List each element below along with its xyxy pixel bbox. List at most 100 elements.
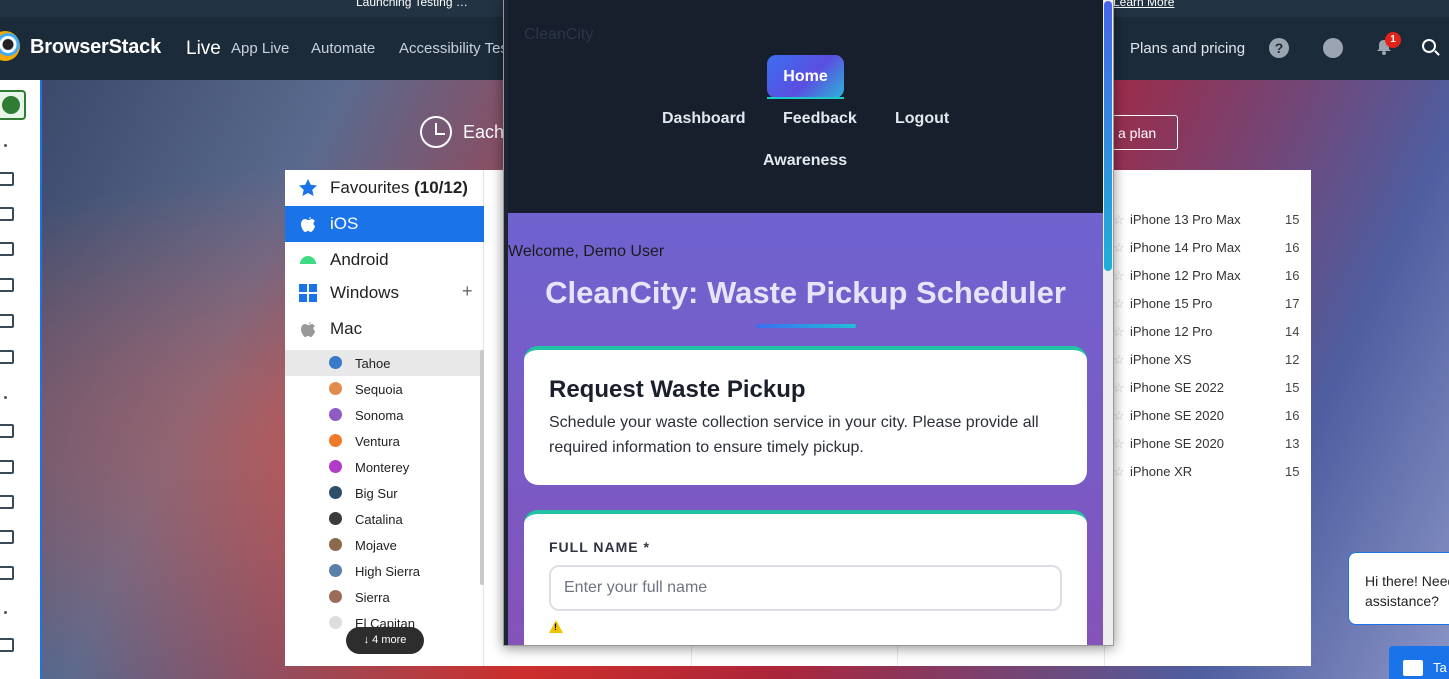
mac-version-item[interactable]: Tahoe (285, 350, 481, 376)
device-row[interactable]: ☆ iPhone XR 15 (1113, 458, 1303, 486)
banner-link[interactable]: Learn More (1113, 0, 1174, 9)
apple-icon (301, 322, 315, 337)
sidebar-code-icon[interactable] (0, 460, 14, 474)
mac-version-item[interactable]: Ventura (285, 428, 481, 454)
sidebar-accessibility-icon[interactable] (0, 242, 14, 256)
device-name: iPhone XS (1130, 352, 1192, 367)
live-globe-icon[interactable] (0, 90, 26, 120)
browser-popup-window: CleanCity Home Dashboard Feedback Logout… (503, 0, 1114, 646)
device-row[interactable]: ☆ iPhone SE 2020 16 (1113, 402, 1303, 430)
favourite-star-icon[interactable]: ☆ (1113, 380, 1125, 396)
favourite-star-icon[interactable]: ☆ (1113, 408, 1125, 424)
sidebar-separator (4, 144, 7, 147)
mac-version-item[interactable]: Sonoma (285, 402, 481, 428)
macos-version-icon (329, 460, 342, 473)
device-row[interactable]: ☆ iPhone 15 Pro 17 (1113, 290, 1303, 318)
os-item-ios[interactable]: iOS (285, 206, 484, 242)
android-icon (300, 256, 316, 264)
sidebar-grid-icon[interactable] (0, 207, 14, 221)
sidebar-app-device-icon[interactable] (0, 424, 14, 438)
browserstack-logo-icon[interactable] (0, 31, 20, 61)
os-item-windows[interactable]: Windows + (285, 275, 484, 311)
device-row[interactable]: ☆ iPhone SE 2020 13 (1113, 430, 1303, 458)
sidebar-settings-icon[interactable] (0, 530, 14, 544)
favourite-star-icon[interactable]: ☆ (1113, 296, 1125, 312)
app-brand[interactable]: CleanCity (524, 26, 593, 44)
device-row[interactable]: ☆ iPhone 14 Pro Max 16 (1113, 234, 1303, 262)
macos-version-icon (329, 486, 342, 499)
app-main: Welcome, Demo User CleanCity: Waste Pick… (508, 213, 1103, 645)
expand-plus-icon[interactable]: + (462, 281, 473, 302)
chat-greeting-bubble[interactable]: Hi there! Need assistance? (1348, 552, 1449, 625)
device-version: 16 (1285, 240, 1300, 255)
favourite-star-icon[interactable]: ☆ (1113, 212, 1125, 228)
star-icon (299, 179, 317, 196)
app-header: CleanCity Home Dashboard Feedback Logout… (508, 0, 1103, 213)
account-icon[interactable] (1323, 38, 1343, 58)
sidebar-percy-icon[interactable] (0, 350, 14, 364)
nav-app-live[interactable]: App Live (231, 40, 289, 57)
sidebar-list-icon[interactable] (0, 278, 14, 292)
favourite-star-icon[interactable]: ☆ (1113, 436, 1125, 452)
brand-name[interactable]: BrowserStack (30, 36, 161, 59)
device-row[interactable]: ☆ iPhone XS 12 (1113, 346, 1303, 374)
device-version: 13 (1285, 436, 1300, 451)
favourite-star-icon[interactable]: ☆ (1113, 324, 1125, 340)
favourite-star-icon[interactable]: ☆ (1113, 352, 1125, 368)
nav-plans-pricing[interactable]: Plans and pricing (1130, 40, 1245, 57)
mac-version-label: Catalina (355, 512, 403, 527)
nav-feedback[interactable]: Feedback (783, 110, 857, 128)
nav-logout[interactable]: Logout (895, 110, 949, 128)
help-icon[interactable]: ? (1269, 38, 1289, 58)
sidebar-apps-icon[interactable] (0, 566, 14, 580)
notification-badge: 1 (1385, 32, 1401, 48)
show-more-button[interactable]: ↓ 4 more (346, 627, 424, 654)
hero-text: Each (463, 122, 505, 142)
os-list-scrollbar[interactable] (480, 350, 484, 585)
card-title: Request Waste Pickup (549, 376, 806, 403)
device-name: iPhone SE 2020 (1130, 436, 1224, 451)
favourite-star-icon[interactable]: ☆ (1113, 268, 1125, 284)
os-item-favourites[interactable]: Favourites (10/12) (285, 170, 484, 206)
mac-version-item[interactable]: Catalina (285, 506, 481, 532)
app-scrollbar-thumb[interactable] (1104, 1, 1112, 271)
device-version: 15 (1285, 380, 1300, 395)
choose-plan-button[interactable]: a plan (1104, 115, 1178, 150)
apple-icon (301, 217, 315, 232)
device-row[interactable]: ☆ iPhone SE 2022 15 (1113, 374, 1303, 402)
device-row[interactable]: ☆ iPhone 13 Pro Max 15 (1113, 206, 1303, 234)
device-row[interactable]: ☆ iPhone 12 Pro Max 16 (1113, 262, 1303, 290)
sidebar-app-accessibility-icon[interactable] (0, 495, 14, 509)
favourite-star-icon[interactable]: ☆ (1113, 464, 1125, 480)
nav-home[interactable]: Home (767, 55, 844, 99)
full-name-input[interactable] (549, 565, 1062, 611)
mac-version-item[interactable]: High Sierra (285, 558, 481, 584)
mac-version-item[interactable]: Big Sur (285, 480, 481, 506)
os-label: Windows (330, 283, 399, 302)
mac-version-label: Sonoma (355, 408, 404, 423)
mac-version-label: Sierra (355, 590, 390, 605)
sidebar-checklist-icon[interactable] (0, 638, 14, 652)
mac-version-item[interactable]: Mojave (285, 532, 481, 558)
nav-accessibility[interactable]: Accessibility Tes (399, 40, 508, 57)
mac-version-label: Monterey (355, 460, 410, 475)
sidebar-bug-icon[interactable] (0, 314, 14, 328)
mac-version-item[interactable]: Sequoia (285, 376, 481, 402)
device-version: 12 (1285, 352, 1300, 367)
chat-button[interactable]: Ta (1389, 646, 1449, 679)
mac-version-item[interactable]: Sierra (285, 584, 481, 610)
mac-version-item[interactable]: Monterey (285, 454, 481, 480)
sidebar-device-icon[interactable] (0, 172, 14, 186)
macos-version-icon (329, 408, 342, 421)
favourite-star-icon[interactable]: ☆ (1113, 240, 1125, 256)
macos-version-icon (329, 356, 342, 369)
device-row[interactable]: ☆ iPhone 12 Pro 14 (1113, 318, 1303, 346)
nav-automate[interactable]: Automate (311, 40, 375, 57)
nav-dashboard[interactable]: Dashboard (662, 110, 746, 128)
welcome-text: Welcome, Demo User (508, 243, 665, 260)
search-icon[interactable] (1422, 39, 1436, 53)
os-item-mac[interactable]: Mac (285, 311, 484, 347)
nav-awareness[interactable]: Awareness (763, 152, 847, 170)
device-name: iPhone 15 Pro (1130, 296, 1213, 311)
os-item-android[interactable]: Android (285, 242, 484, 278)
